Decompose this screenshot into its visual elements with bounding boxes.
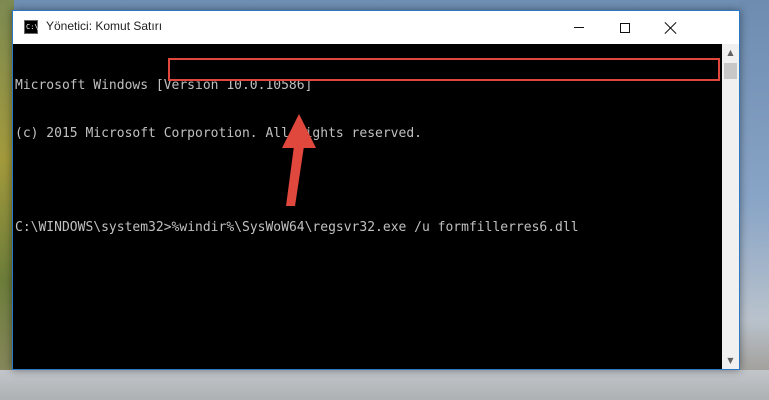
console-line-copyright: (c) 2015 Microsoft Corporotion. All righ…: [15, 126, 422, 141]
scrollbar-thumb[interactable]: [724, 63, 737, 79]
window-title: Yönetici: Komut Satırı: [46, 19, 163, 33]
maximize-button[interactable]: [602, 11, 648, 44]
minimize-button[interactable]: [556, 11, 602, 44]
command-prompt-path: C:\WINDOWS\system32>: [15, 220, 172, 235]
title-bar[interactable]: C:\. Yönetici: Komut Satırı: [13, 11, 739, 44]
scroll-up-icon[interactable]: ▲: [722, 44, 739, 61]
command-prompt-window: C:\. Yönetici: Komut Satırı Microsoft Wi…: [12, 10, 740, 370]
cmd-app-icon[interactable]: C:\.: [24, 20, 43, 34]
desktop-wallpaper-bottom: [0, 370, 769, 400]
console-line-version: Microsoft Windows [Version 10.0.10586]: [15, 78, 313, 93]
arrow-up-icon: [282, 114, 316, 206]
command-text[interactable]: %windir%\SysWoW64\regsvr32.exe /u formfi…: [172, 220, 579, 235]
command-line[interactable]: C:\WINDOWS\system32>%windir%\SysWoW64\re…: [15, 220, 722, 238]
minimize-icon: [574, 27, 584, 28]
desktop-wallpaper-right: [739, 0, 769, 400]
close-icon: [665, 22, 677, 34]
scroll-down-icon[interactable]: ▼: [722, 352, 739, 369]
console-output[interactable]: Microsoft Windows [Version 10.0.10586] (…: [13, 44, 722, 369]
vertical-scrollbar[interactable]: ▲ ▼: [722, 44, 739, 369]
close-button[interactable]: [648, 11, 694, 44]
maximize-icon: [620, 22, 630, 33]
